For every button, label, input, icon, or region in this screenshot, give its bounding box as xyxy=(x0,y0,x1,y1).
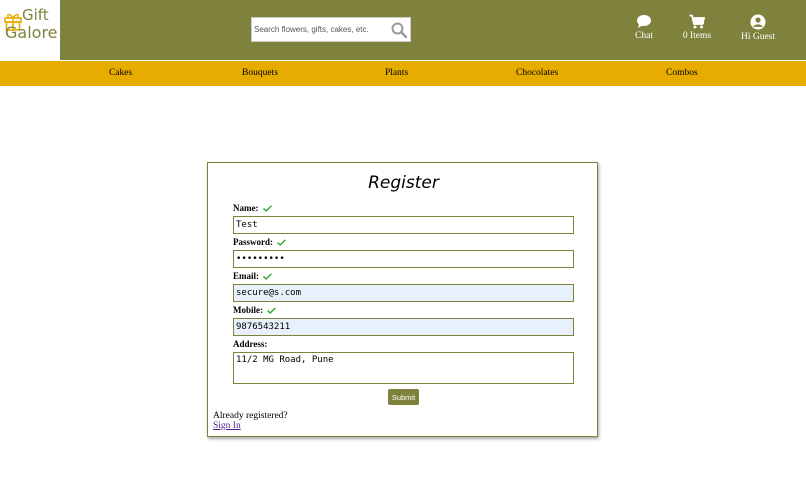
mobile-label: Mobile: xyxy=(233,305,263,315)
user-icon xyxy=(750,14,766,30)
password-label-row: Password: xyxy=(233,237,287,247)
name-label-row: Name: xyxy=(233,203,272,213)
nav-item-cakes[interactable]: Cakes xyxy=(109,68,132,78)
chat-icon xyxy=(637,15,651,28)
name-field[interactable] xyxy=(233,216,574,234)
address-label-row: Address: xyxy=(233,339,267,349)
logo-text-line2: Galore xyxy=(5,23,58,42)
password-label: Password: xyxy=(233,237,273,247)
email-label-row: Email: xyxy=(233,271,273,281)
register-title: Register xyxy=(368,173,439,193)
user-label: Hi Guest xyxy=(740,32,776,42)
nav-item-plants[interactable]: Plants xyxy=(385,68,408,78)
search-box xyxy=(251,17,411,42)
address-field[interactable]: 11/2 MG Road, Pune xyxy=(233,352,574,384)
nav-item-combos[interactable]: Combos xyxy=(666,68,698,78)
search-input[interactable] xyxy=(254,21,386,38)
email-field[interactable] xyxy=(233,284,574,302)
email-label: Email: xyxy=(233,271,259,281)
register-card: Register Name: Password: Email: Mobile: … xyxy=(207,162,598,437)
category-nav: Cakes Bouquets Plants Chocolates Combos xyxy=(0,61,806,86)
user-button[interactable]: Hi Guest xyxy=(739,14,777,42)
cart-button[interactable]: 0 Items xyxy=(680,14,714,41)
nav-item-bouquets[interactable]: Bouquets xyxy=(242,68,278,78)
already-registered-text: Already registered? xyxy=(213,411,288,421)
top-header: Gift Galore Chat 0 Items Hi xyxy=(0,0,806,60)
chat-label: Chat xyxy=(635,31,653,41)
cart-label: 0 Items xyxy=(682,31,712,41)
logo-text: Gift Galore xyxy=(5,6,58,42)
password-field[interactable] xyxy=(233,250,574,268)
checkmark-icon xyxy=(277,239,287,247)
submit-button[interactable]: Submit xyxy=(388,389,419,405)
checkmark-icon xyxy=(263,273,273,281)
checkmark-icon xyxy=(267,307,277,315)
address-label: Address: xyxy=(233,339,268,349)
mobile-label-row: Mobile: xyxy=(233,305,277,315)
nav-item-chocolates[interactable]: Chocolates xyxy=(516,68,558,78)
sign-in-link[interactable]: Sign In xyxy=(213,421,241,431)
chat-button[interactable]: Chat xyxy=(632,14,656,41)
cart-icon xyxy=(689,14,705,29)
mobile-field[interactable] xyxy=(233,318,574,336)
search-icon[interactable] xyxy=(390,21,408,39)
name-label: Name: xyxy=(233,203,259,213)
logo[interactable]: Gift Galore xyxy=(0,0,60,60)
checkmark-icon xyxy=(262,205,272,213)
logo-text-line1: Gift xyxy=(22,6,49,24)
